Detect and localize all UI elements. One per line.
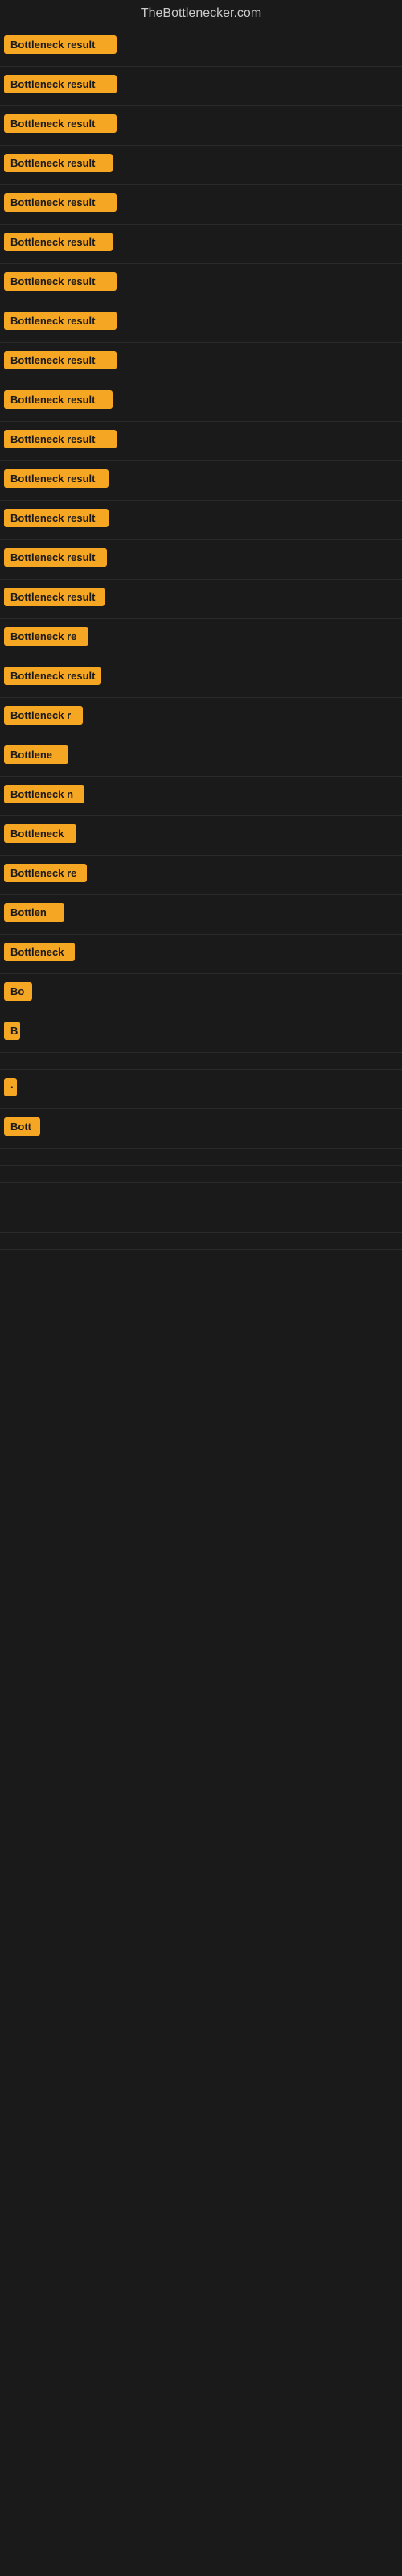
bottleneck-result-badge[interactable]: Bott [4, 1117, 40, 1136]
list-item: Bott [0, 1109, 402, 1149]
bottleneck-result-badge[interactable]: Bottleneck result [4, 588, 105, 606]
bottleneck-result-badge[interactable]: Bottlene [4, 745, 68, 764]
list-item: Bottleneck result [0, 382, 402, 422]
bottleneck-result-badge[interactable]: Bottleneck result [4, 193, 117, 212]
list-item: Bottleneck result [0, 580, 402, 619]
list-item [0, 1053, 402, 1070]
bottleneck-result-badge[interactable]: Bottleneck result [4, 233, 113, 251]
list-item: · [0, 1070, 402, 1109]
bottleneck-result-badge[interactable]: Bottleneck result [4, 312, 117, 330]
bottleneck-result-badge[interactable]: Bottleneck result [4, 509, 109, 527]
site-title-text: TheBottlenecker.com [141, 6, 261, 20]
bottleneck-result-badge[interactable]: Bottleneck result [4, 272, 117, 291]
list-item [0, 1216, 402, 1233]
list-item: Bottleneck result [0, 658, 402, 698]
list-item [0, 1199, 402, 1216]
bottleneck-result-badge[interactable]: Bottleneck result [4, 114, 117, 133]
list-item: Bottleneck result [0, 461, 402, 501]
bottleneck-result-badge[interactable]: Bottleneck n [4, 785, 84, 803]
list-item [0, 1166, 402, 1183]
list-item: B [0, 1013, 402, 1053]
bottleneck-result-badge[interactable]: Bottleneck result [4, 154, 113, 172]
bottleneck-result-badge[interactable]: Bottleneck re [4, 627, 88, 646]
list-item: Bottleneck re [0, 619, 402, 658]
bottleneck-result-badge[interactable]: Bottleneck [4, 824, 76, 843]
bottleneck-result-badge[interactable]: Bottleneck result [4, 390, 113, 409]
list-item: Bottleneck re [0, 856, 402, 895]
bottleneck-result-badge[interactable]: Bottleneck result [4, 548, 107, 567]
site-title: TheBottlenecker.com [0, 0, 402, 27]
list-item [0, 1149, 402, 1166]
list-item: Bottleneck n [0, 777, 402, 816]
bottleneck-result-badge[interactable]: Bo [4, 982, 32, 1001]
list-item: Bottleneck result [0, 67, 402, 106]
bottleneck-result-badge[interactable]: Bottleneck [4, 943, 75, 961]
list-item [0, 1183, 402, 1199]
list-item: Bo [0, 974, 402, 1013]
list-item: Bottleneck result [0, 146, 402, 185]
list-item: Bottleneck result [0, 540, 402, 580]
bottleneck-result-badge[interactable]: Bottleneck result [4, 469, 109, 488]
bottleneck-result-badge[interactable]: Bottleneck result [4, 667, 100, 685]
bottleneck-result-badge[interactable]: Bottleneck result [4, 430, 117, 448]
list-item: Bottleneck result [0, 303, 402, 343]
bottleneck-result-badge[interactable]: Bottleneck result [4, 75, 117, 93]
bottleneck-result-badge[interactable]: Bottlen [4, 903, 64, 922]
list-item: Bottleneck result [0, 225, 402, 264]
list-item [0, 1233, 402, 1250]
list-item: Bottleneck result [0, 264, 402, 303]
list-item: Bottleneck result [0, 422, 402, 461]
list-item: Bottleneck result [0, 185, 402, 225]
bottleneck-result-badge[interactable]: B [4, 1022, 20, 1040]
bottleneck-result-badge[interactable]: · [4, 1078, 17, 1096]
list-item: Bottleneck result [0, 106, 402, 146]
list-item: Bottleneck result [0, 27, 402, 67]
list-item: Bottleneck result [0, 343, 402, 382]
list-item: Bottleneck [0, 935, 402, 974]
list-item: Bottleneck r [0, 698, 402, 737]
list-item: Bottlene [0, 737, 402, 777]
list-item: Bottleneck result [0, 501, 402, 540]
bottleneck-result-badge[interactable]: Bottleneck result [4, 35, 117, 54]
bottleneck-result-badge[interactable]: Bottleneck result [4, 351, 117, 369]
bottleneck-result-badge[interactable]: Bottleneck re [4, 864, 87, 882]
list-item: Bottleneck [0, 816, 402, 856]
bottleneck-result-badge[interactable]: Bottleneck r [4, 706, 83, 724]
list-item: Bottlen [0, 895, 402, 935]
